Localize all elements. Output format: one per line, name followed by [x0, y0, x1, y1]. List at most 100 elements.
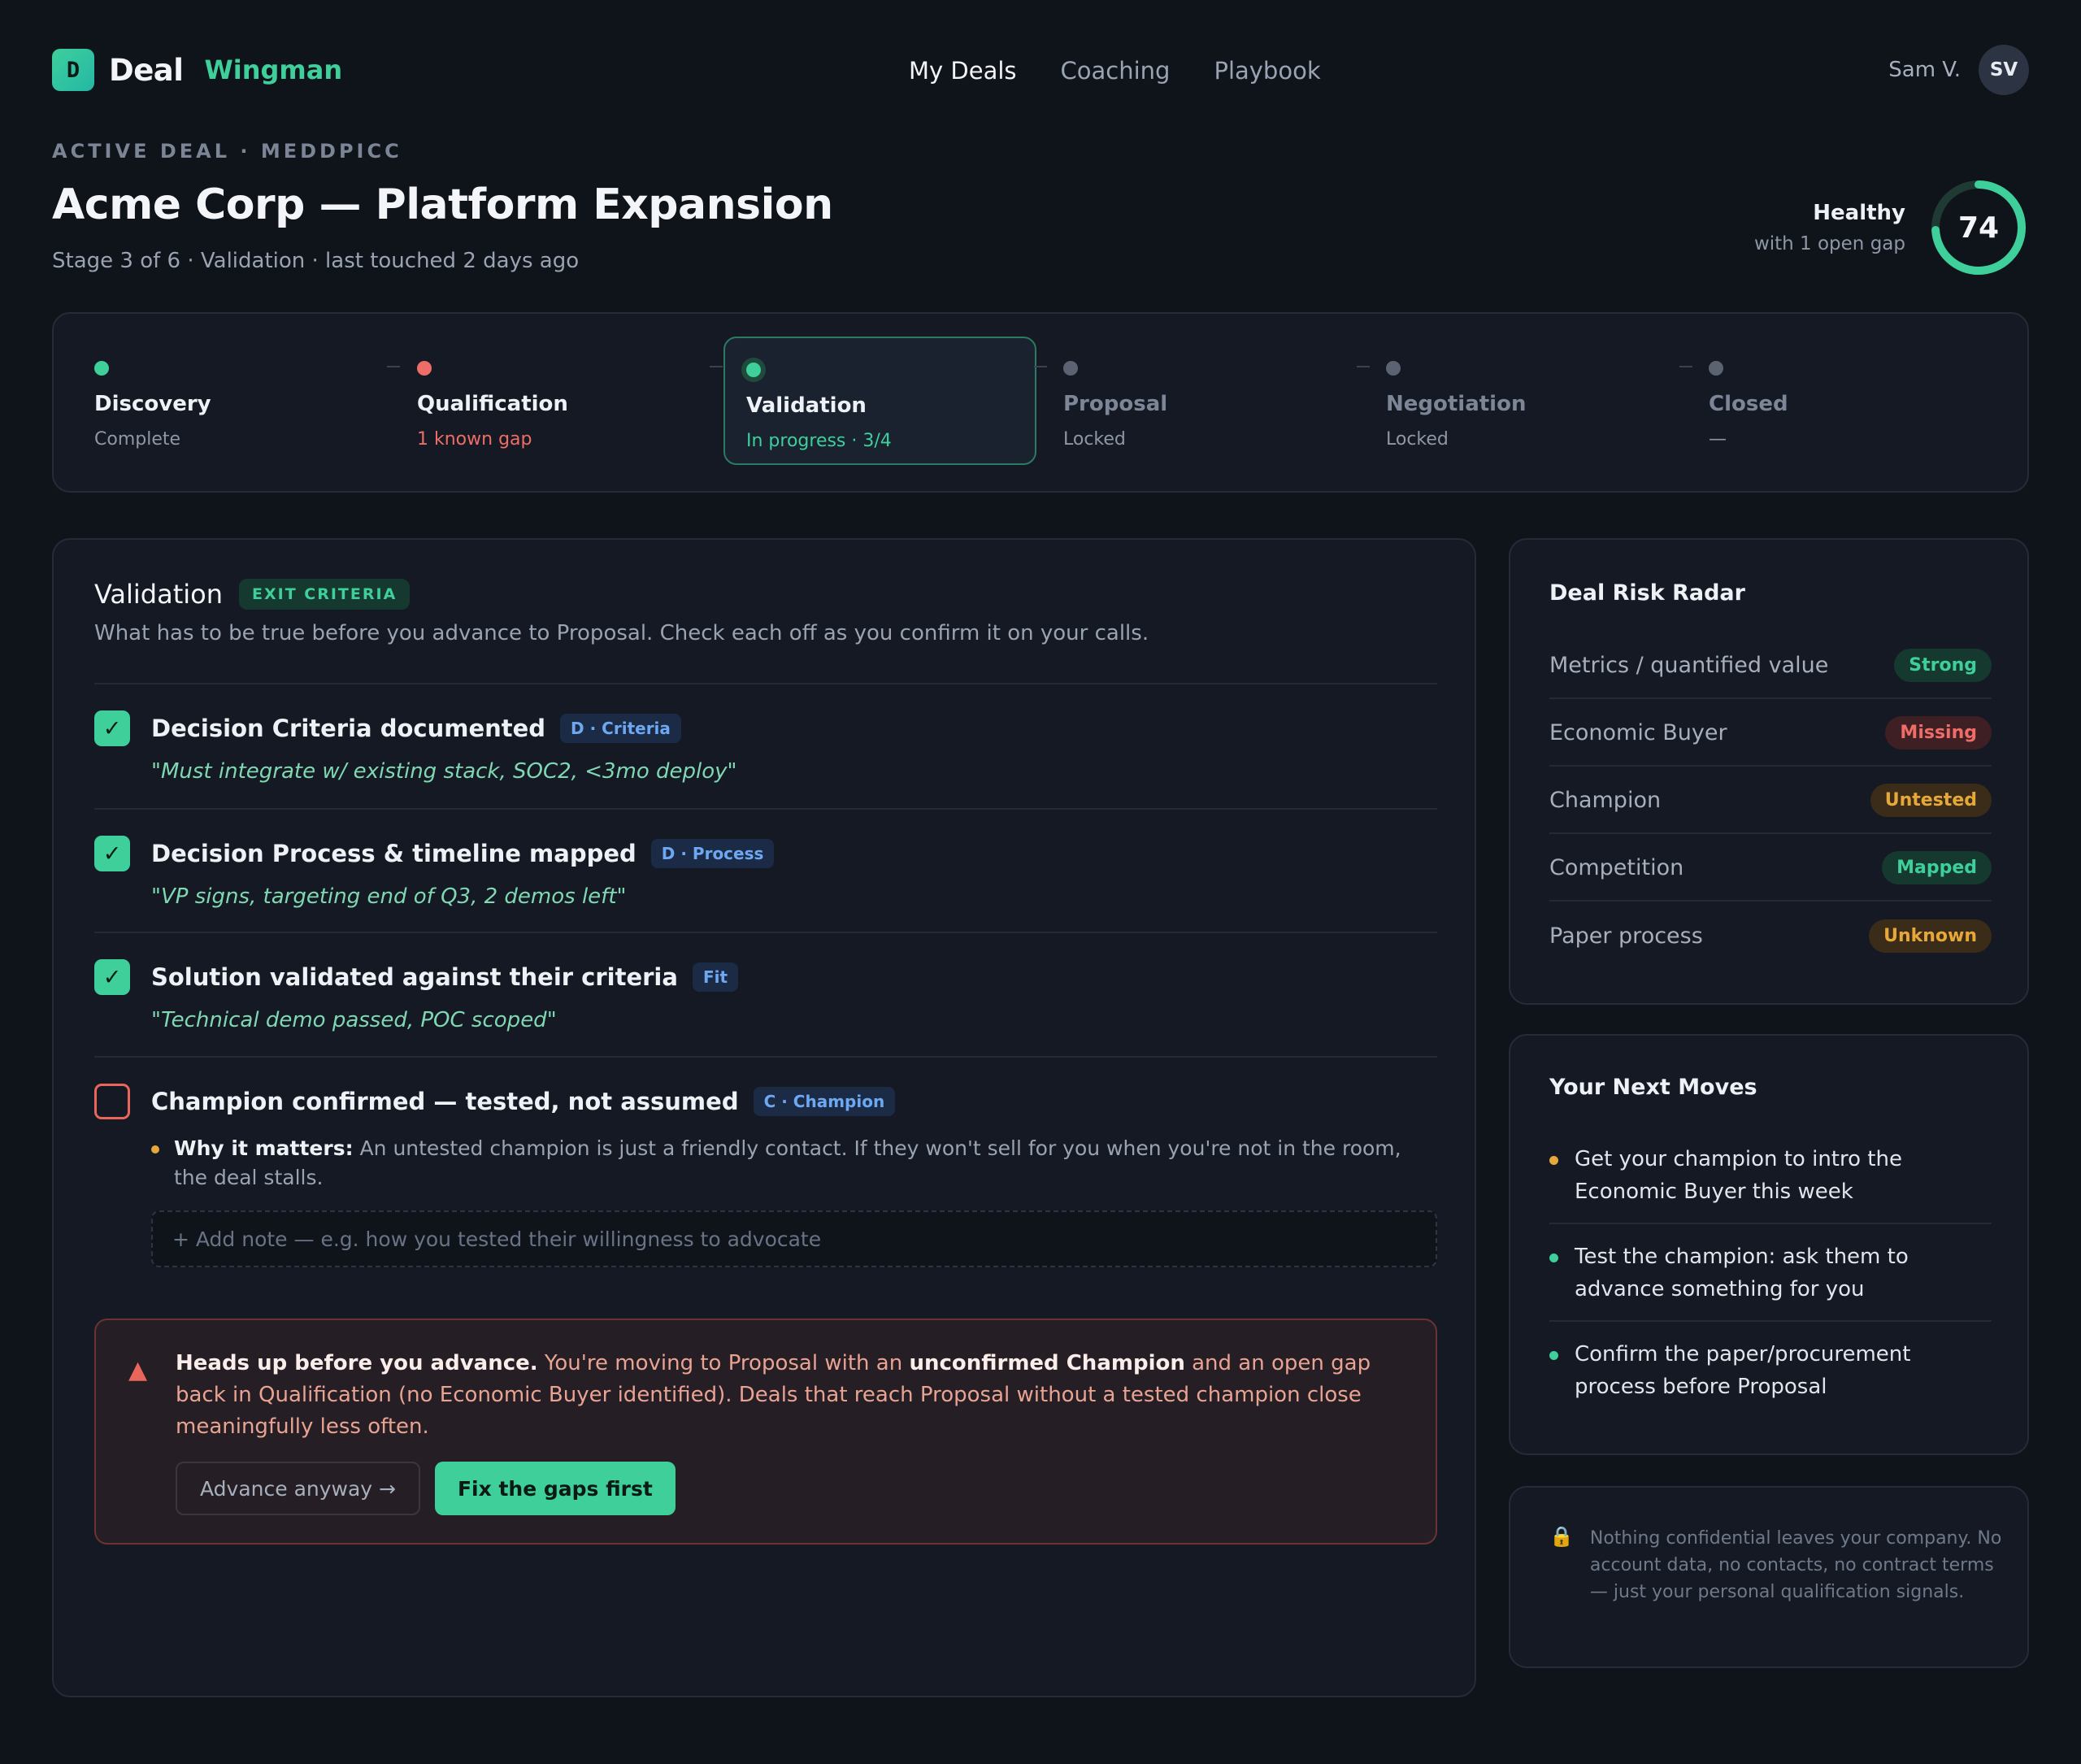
criterion-tag: Fit [692, 962, 739, 992]
deal-wingman-page: D Deal Wingman My Deals Coaching Playboo… [0, 0, 2081, 1764]
stage-separator [710, 366, 723, 367]
stage-qualification[interactable]: Qualification 1 known gap [396, 337, 709, 465]
stage-dot [417, 361, 432, 376]
criterion-title: Decision Criteria documented [151, 715, 546, 742]
top-nav: My Deals Coaching Playbook [909, 57, 1365, 85]
bullet-dot [1549, 1253, 1558, 1262]
app-name-deal: Deal [109, 52, 184, 88]
warning-icon: ▲ [128, 1356, 148, 1384]
criterion-decision-criteria: ✓ Decision Criteria documented D · Crite… [94, 683, 1437, 784]
next-move-item[interactable]: Test the champion: ask them to advance s… [1549, 1240, 1992, 1322]
stage-dot [1063, 361, 1078, 376]
bullet-dot [1549, 1351, 1558, 1360]
stage-dot [746, 363, 761, 377]
stage-separator [1679, 366, 1692, 367]
stage-separator [1357, 366, 1370, 367]
nav-playbook[interactable]: Playbook [1214, 57, 1320, 85]
next-moves-card: Your Next Moves Get your champion to int… [1509, 1034, 2029, 1455]
criterion-checkbox[interactable]: ✓ [94, 710, 130, 746]
advance-warning: ▲ Heads up before you advance. You're mo… [94, 1319, 1437, 1545]
validation-card: Validation EXIT CRITERIA What has to be … [52, 538, 1476, 1697]
why-label: Why it matters: [174, 1136, 354, 1160]
stage-status: In progress · 3/4 [746, 431, 892, 451]
criterion-checkbox[interactable]: ✓ [94, 836, 130, 871]
stage-dot [1709, 361, 1723, 376]
stage-name: Closed [1709, 392, 1788, 416]
lock-icon: 🔒 [1549, 1525, 1574, 1548]
stage-validation[interactable]: Validation In progress · 3/4 [723, 337, 1036, 465]
stage-discovery[interactable]: Discovery Complete [73, 337, 386, 465]
stage-dot [1386, 361, 1401, 376]
criterion-checkbox[interactable] [94, 1084, 130, 1119]
app-name-wingman: Wingman [204, 54, 343, 85]
validation-header: Validation EXIT CRITERIA [94, 579, 411, 610]
stage-stepper: Discovery Complete Qualification 1 known… [52, 312, 2029, 493]
stage-status: Locked [1063, 429, 1126, 450]
criterion-checkbox[interactable]: ✓ [94, 959, 130, 995]
status-badge: Missing [1885, 715, 1992, 749]
stage-separator [387, 366, 400, 367]
stage-separator [1034, 366, 1047, 367]
criterion-solution-fit: ✓ Solution validated against their crite… [94, 932, 1437, 1032]
risk-row-metrics: Metrics / quantified value Strong [1549, 632, 1992, 699]
stage-negotiation[interactable]: Negotiation Locked [1365, 337, 1678, 465]
health-score: 74 [1957, 211, 2000, 245]
criterion-title: Solution validated against their criteri… [151, 963, 678, 991]
risk-radar-card: Deal Risk Radar Metrics / quantified val… [1509, 538, 2029, 1005]
criterion-champion: Champion confirmed — tested, not assumed… [94, 1056, 1437, 1267]
stage-status: — [1709, 429, 1727, 450]
avatar[interactable]: SV [1979, 45, 2029, 95]
deal-eyebrow: ACTIVE DEAL · MEDDPICC [52, 140, 402, 163]
warning-text: Heads up before you advance. You're movi… [176, 1351, 1371, 1439]
criterion-note: "VP signs, targeting end of Q3, 2 demos … [151, 884, 627, 909]
warning-actions: Advance anyway → Fix the gaps first [176, 1462, 676, 1515]
next-move-item[interactable]: Get your champion to intro the Economic … [1549, 1143, 1992, 1224]
risk-radar-title: Deal Risk Radar [1549, 580, 1745, 606]
stage-proposal[interactable]: Proposal Locked [1042, 337, 1355, 465]
add-note-input[interactable]: + Add note — e.g. how you tested their w… [151, 1210, 1437, 1267]
fix-gaps-button[interactable]: Fix the gaps first [434, 1462, 676, 1515]
section-title: Validation [94, 579, 224, 610]
stage-name: Validation [746, 393, 867, 418]
logo-mark: D [52, 49, 94, 91]
criterion-tag: D · Criteria [560, 714, 681, 743]
user-name: Sam V. [1888, 58, 1961, 82]
nav-coaching[interactable]: Coaching [1061, 57, 1171, 85]
stage-status: Locked [1386, 429, 1449, 450]
stage-name: Negotiation [1386, 392, 1527, 416]
deal-health: Healthy with 1 open gap 74 [1754, 179, 2027, 276]
criterion-tag: D · Process [650, 839, 775, 868]
bullet-dot [1549, 1156, 1558, 1165]
risk-row-competition: Competition Mapped [1549, 835, 1992, 902]
criterion-title: Decision Process & timeline mapped [151, 840, 636, 867]
health-label: Healthy [1813, 201, 1905, 225]
stage-closed[interactable]: Closed — [1688, 337, 2001, 465]
criterion-decision-process: ✓ Decision Process & timeline mapped D ·… [94, 808, 1437, 909]
user-menu[interactable]: Sam V. SV [1888, 45, 2029, 95]
risk-row-paper-process: Paper process Unknown [1549, 902, 1992, 969]
why-text: An untested champion is just a friendly … [174, 1136, 1401, 1189]
next-move-item[interactable]: Confirm the paper/procurement process be… [1549, 1338, 1992, 1403]
criterion-note: "Must integrate w/ existing stack, SOC2,… [151, 759, 737, 784]
page-title: Acme Corp — Platform Expansion [52, 180, 833, 229]
advance-anyway-button[interactable]: Advance anyway → [176, 1462, 420, 1515]
health-gauge: 74 [1930, 179, 2027, 276]
criterion-title: Champion confirmed — tested, not assumed [151, 1088, 739, 1115]
risk-row-economic-buyer: Economic Buyer Missing [1549, 700, 1992, 767]
next-moves-title: Your Next Moves [1549, 1075, 1757, 1100]
stage-status: 1 known gap [417, 429, 532, 450]
criterion-tag: C · Champion [753, 1087, 896, 1116]
section-description: What has to be true before you advance t… [94, 621, 1149, 645]
app-logo[interactable]: D Deal Wingman [52, 49, 342, 91]
privacy-text: Nothing confidential leaves your company… [1589, 1528, 2002, 1602]
stage-name: Qualification [417, 392, 568, 416]
risk-row-champion: Champion Untested [1549, 767, 1992, 834]
stage-status: Complete [94, 429, 181, 450]
nav-my-deals[interactable]: My Deals [909, 57, 1017, 85]
status-badge: Unknown [1869, 919, 1992, 953]
stage-dot [94, 361, 109, 376]
status-badge: Untested [1870, 783, 1992, 817]
privacy-card: 🔒 Nothing confidential leaves your compa… [1509, 1486, 2029, 1668]
bullet-dot [151, 1145, 159, 1154]
stage-name: Proposal [1063, 392, 1168, 416]
